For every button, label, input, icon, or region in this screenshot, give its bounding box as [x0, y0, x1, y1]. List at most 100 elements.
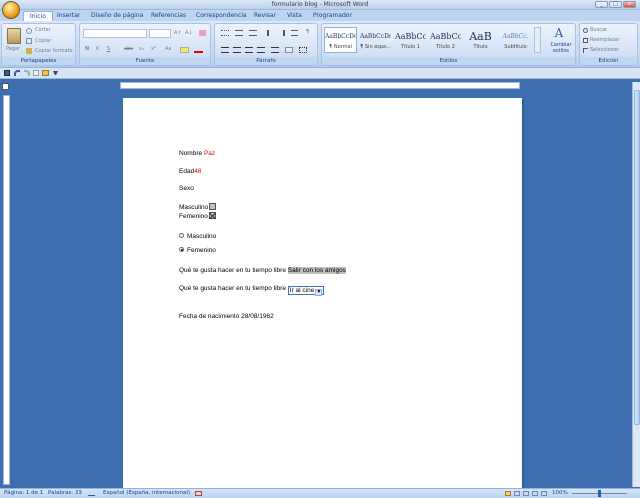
show-marks-button[interactable]: ¶	[306, 29, 309, 35]
hobby-combo-box[interactable]: Ir al cine ▼	[287, 286, 325, 296]
chevron-down-icon[interactable]: ▼	[315, 289, 323, 296]
print-layout-icon[interactable]	[505, 491, 511, 496]
change-styles-icon[interactable]: A	[552, 27, 566, 39]
strikethrough-button[interactable]: abc	[124, 46, 133, 52]
shrink-font-button[interactable]: A↓	[185, 30, 193, 36]
hobby-line: Qué te gusta hacer en tu tiempo libre Sa…	[179, 267, 346, 274]
shading-icon[interactable]	[285, 47, 293, 53]
editing-group: Buscar Reemplazar Seleccionar Edición	[579, 23, 638, 66]
female-checkbox[interactable]	[208, 212, 216, 219]
outline-icon[interactable]	[532, 491, 538, 496]
paste-button[interactable]: Pegar	[6, 46, 20, 52]
tab-insertar[interactable]: Insertar	[57, 11, 80, 21]
name-line: Nombre Paz	[179, 150, 215, 157]
redo-icon[interactable]	[24, 70, 30, 76]
cut-button[interactable]: Cortar	[35, 27, 51, 33]
find-button[interactable]: Buscar	[590, 27, 607, 33]
multilevel-icon[interactable]	[249, 30, 257, 36]
font-size-combo[interactable]	[149, 29, 171, 38]
increase-indent-icon[interactable]	[278, 30, 285, 36]
format-painter-icon	[26, 48, 32, 54]
bullets-icon[interactable]	[221, 30, 229, 36]
superscript-button[interactable]: x²	[151, 46, 156, 52]
style-no-spacing[interactable]: AaBbCcDc ¶ Sin espa...	[359, 27, 392, 53]
name-field[interactable]: Paz	[204, 150, 215, 157]
copy-button[interactable]: Copiar	[35, 38, 51, 44]
customize-qat-icon[interactable]	[53, 71, 58, 75]
style-subtitle[interactable]: AaBbCc. Subtítulo	[499, 27, 532, 53]
select-button[interactable]: Seleccionar	[590, 47, 619, 53]
macro-record-icon[interactable]	[195, 491, 202, 496]
borders-icon[interactable]	[299, 47, 307, 53]
clipboard-group: Pegar Cortar Copiar Copiar formato Porta…	[1, 23, 76, 66]
tab-vista[interactable]: Vista	[287, 11, 302, 21]
sort-icon[interactable]	[291, 30, 298, 36]
format-painter-button[interactable]: Copiar formato	[35, 48, 73, 54]
tab-inicio[interactable]: Inicio	[23, 11, 53, 21]
line-spacing-icon[interactable]	[271, 47, 279, 53]
tab-correspondencia[interactable]: Correspondencia	[196, 11, 247, 21]
open-icon[interactable]	[42, 70, 49, 76]
justify-icon[interactable]	[257, 47, 265, 53]
underline-button[interactable]: S	[107, 46, 110, 52]
font-label: Fuente	[80, 57, 210, 65]
male-checkbox[interactable]	[209, 203, 217, 210]
new-document-icon[interactable]	[33, 70, 39, 76]
copy-icon	[26, 38, 32, 44]
maximize-button[interactable]: □	[609, 1, 622, 8]
change-styles-button[interactable]: Cambiar estilos	[546, 42, 576, 54]
decrease-indent-icon[interactable]	[267, 30, 274, 36]
male-radio[interactable]	[179, 233, 184, 238]
tab-selector-icon[interactable]	[2, 83, 9, 90]
full-screen-icon[interactable]	[514, 491, 520, 496]
scrollbar-thumb[interactable]	[634, 90, 640, 425]
highlight-icon[interactable]	[180, 47, 189, 53]
font-name-combo[interactable]	[83, 29, 147, 38]
sex-label: Sexo	[179, 185, 194, 192]
hobby-combo-value: Ir al cine	[289, 287, 315, 294]
font-color-icon[interactable]	[194, 47, 203, 53]
vertical-scrollbar[interactable]	[632, 82, 640, 487]
align-right-icon[interactable]	[245, 47, 253, 53]
close-button[interactable]: ×	[623, 1, 636, 8]
zoom-level[interactable]: 100%	[552, 489, 568, 498]
draft-icon[interactable]	[541, 491, 547, 496]
select-icon	[583, 48, 588, 53]
grow-font-button[interactable]: A↑	[174, 30, 182, 36]
language[interactable]: Español (España, internacional)	[103, 489, 190, 498]
proofing-icon[interactable]	[88, 491, 95, 496]
horizontal-ruler[interactable]	[120, 82, 520, 89]
styles-scroll-icon[interactable]	[534, 27, 541, 53]
style-normal[interactable]: AaBbCcDc ¶ Normal	[324, 27, 357, 53]
word-count[interactable]: Palabras: 33	[48, 489, 82, 498]
undo-icon[interactable]	[14, 70, 20, 76]
align-left-icon[interactable]	[221, 47, 229, 53]
birth-date-field[interactable]: 28/08/1962	[241, 313, 274, 320]
female-radio[interactable]	[179, 247, 184, 252]
style-title[interactable]: AaB Título	[464, 27, 497, 53]
align-center-icon[interactable]	[233, 47, 241, 53]
tab-referencias[interactable]: Referencias	[151, 11, 186, 21]
hobby-text-field[interactable]: Salir con los amigos	[287, 267, 346, 274]
style-heading-2[interactable]: AaBbCc Título 2	[429, 27, 462, 53]
vertical-ruler[interactable]	[3, 95, 10, 485]
web-layout-icon[interactable]	[523, 491, 529, 496]
clear-format-icon[interactable]	[199, 30, 206, 36]
style-heading-1[interactable]: AaBbCc Título 1	[394, 27, 427, 53]
age-field[interactable]: 48	[194, 168, 201, 175]
replace-button[interactable]: Reemplazar	[590, 37, 620, 43]
page-count[interactable]: Página: 1 de 1	[4, 489, 43, 498]
tab-programador[interactable]: Programador	[313, 11, 352, 21]
zoom-slider-thumb[interactable]	[598, 490, 601, 497]
minimize-button[interactable]: _	[595, 1, 608, 8]
save-icon[interactable]	[4, 70, 10, 76]
change-case-button[interactable]: Aa	[165, 46, 171, 52]
tab-revisar[interactable]: Revisar	[254, 11, 276, 21]
bold-button[interactable]: N	[85, 46, 89, 52]
office-button[interactable]	[2, 1, 20, 19]
tab-diseno-pagina[interactable]: Diseño de página	[91, 11, 143, 21]
numbering-icon[interactable]	[235, 30, 243, 36]
subscript-button[interactable]: x₂	[139, 46, 144, 52]
italic-button[interactable]: K	[96, 46, 99, 52]
document-page[interactable]: Nombre Paz Edad48 Sexo Masculino Femenin…	[123, 98, 522, 490]
